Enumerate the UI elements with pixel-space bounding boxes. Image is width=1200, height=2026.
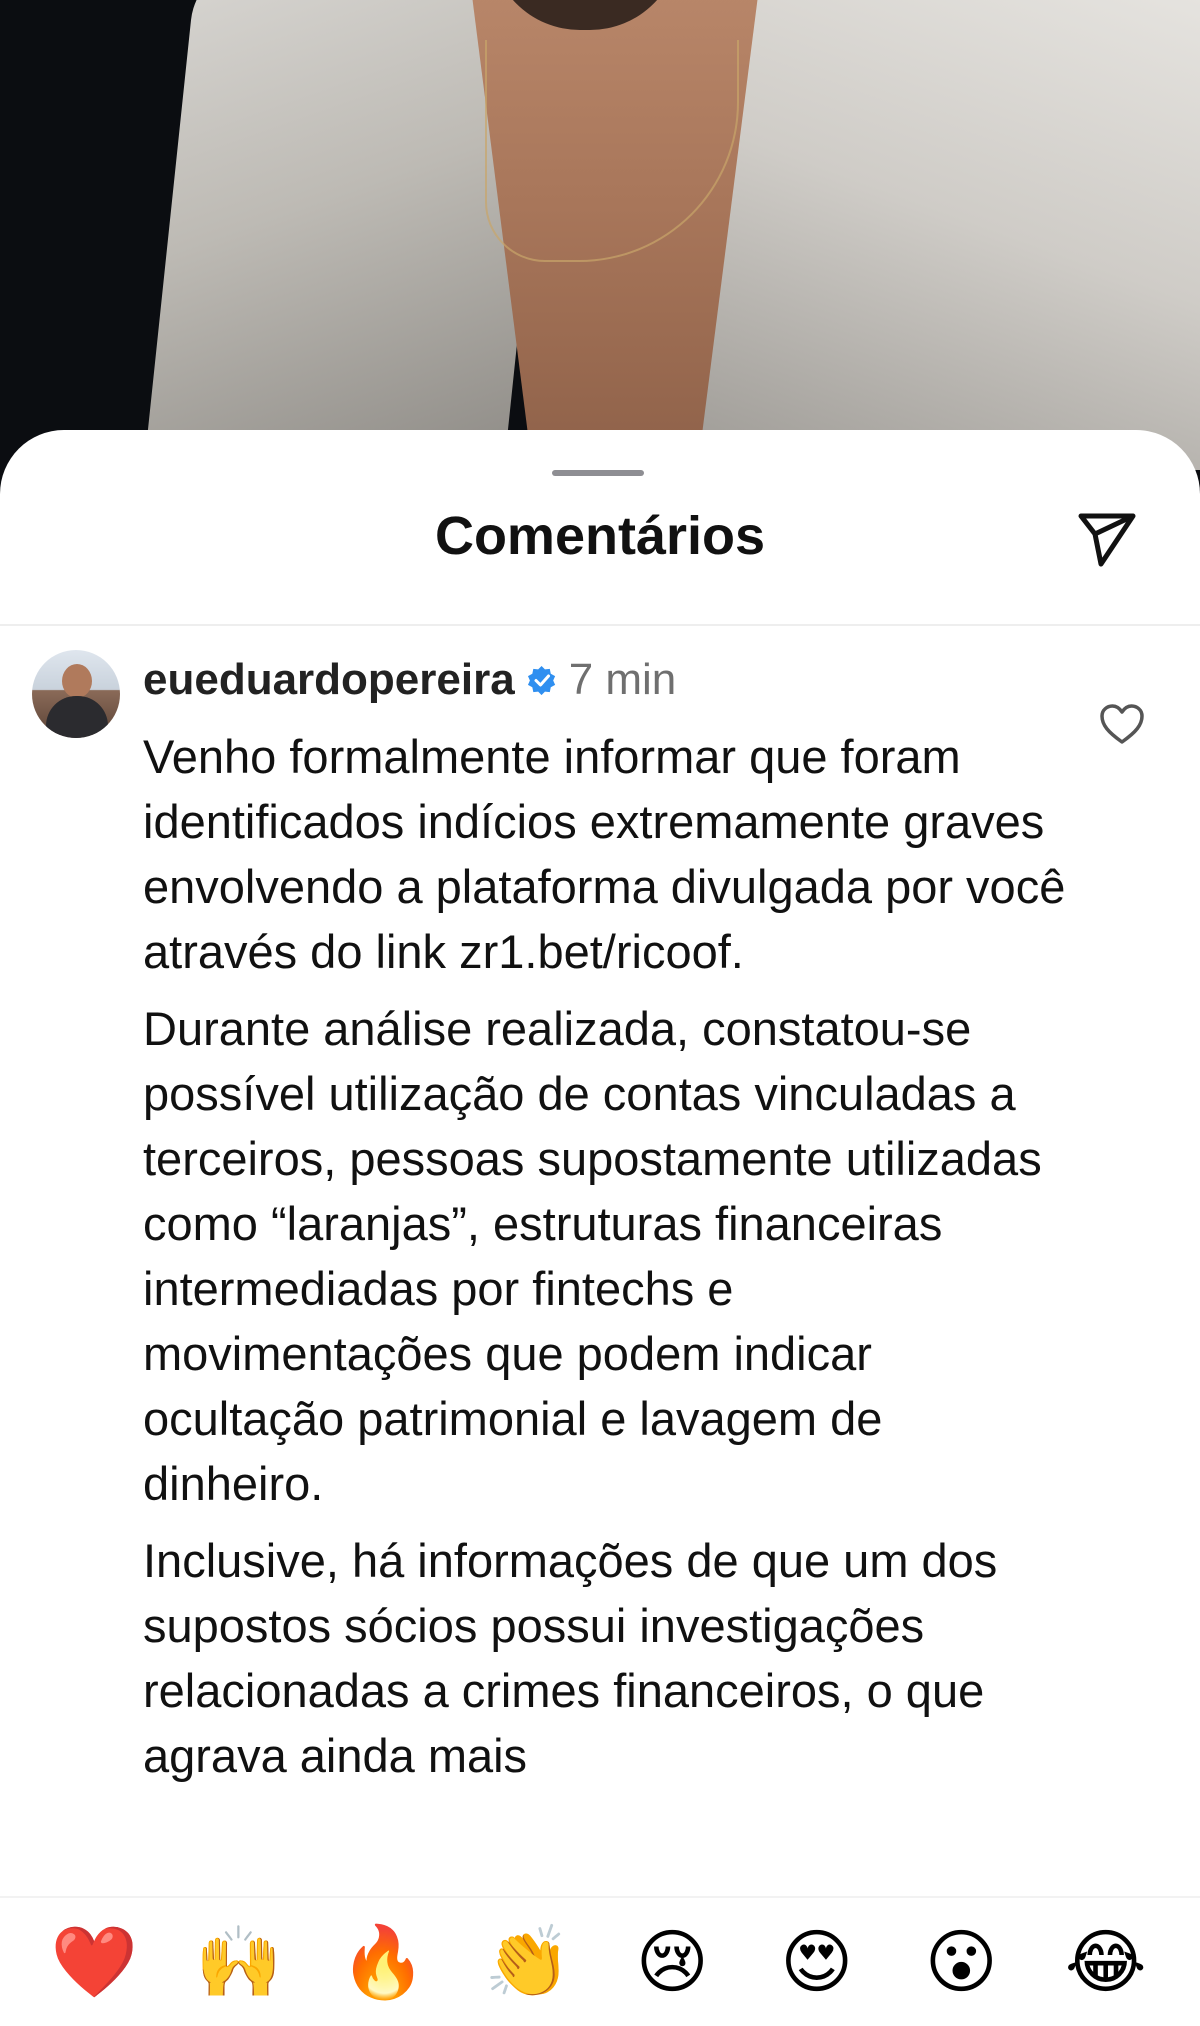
heart-emoji-reaction[interactable]: ❤️ [49,1917,139,2007]
sheet-grabber[interactable] [552,470,644,476]
comment-text: Venho formalmente informar que foram ide… [143,724,1073,1800]
post-photo [0,0,1200,470]
comment-paragraph: Venho formalmente informar que foram ide… [143,730,1066,978]
sheet-title: Comentários [434,506,766,566]
comment-time: 7 min [568,655,677,704]
avatar[interactable] [32,650,120,738]
comment-username[interactable]: eueduardopereira [143,655,515,705]
avatar-head [62,664,92,698]
laughing-emoji-reaction[interactable]: 😂 [1061,1917,1151,2007]
paper-plane-icon[interactable] [1075,506,1139,570]
clapping-emoji-reaction[interactable]: 👏 [483,1917,573,2007]
heart-outline-icon[interactable] [1098,702,1146,746]
avatar-body [46,696,108,738]
crying-emoji-reaction[interactable]: 😢 [627,1917,717,2007]
surprised-emoji-reaction[interactable]: 😮 [916,1917,1006,2007]
comment-paragraph: Durante análise realizada, constatou-se … [143,1002,1042,1510]
comment-header: eueduardopereira 7 min [143,650,676,710]
heart-eyes-emoji-reaction[interactable]: 😍 [772,1917,862,2007]
verified-badge-icon [527,665,557,696]
quick-reactions-bar: ❤️ 🙌 🔥 👏 😢 😍 😮 😂 [0,1896,1200,2026]
fire-emoji-reaction[interactable]: 🔥 [338,1917,428,2007]
header-divider [0,624,1200,626]
raised-hands-emoji-reaction[interactable]: 🙌 [194,1917,284,2007]
comment-paragraph: Inclusive, há informações de que um dos … [143,1534,998,1782]
shirt-right [700,0,1200,470]
